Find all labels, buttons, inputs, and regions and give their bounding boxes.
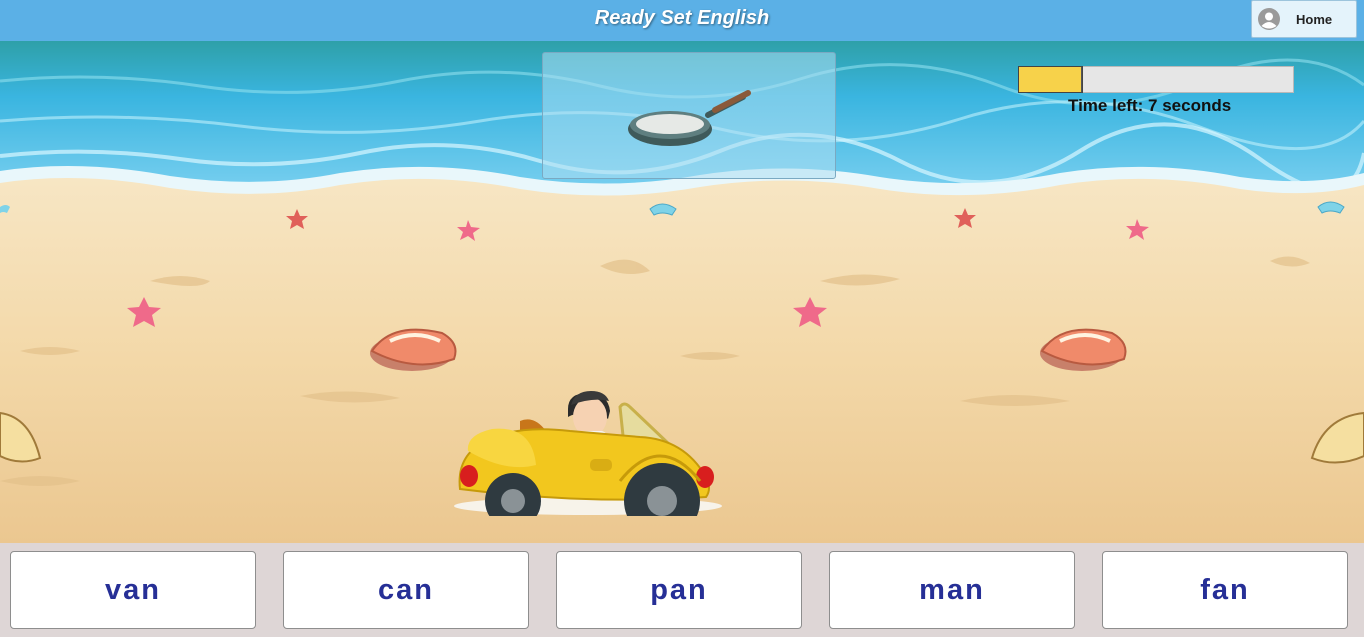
- player-car: [450, 331, 730, 539]
- choice-button-fan[interactable]: fan: [1102, 551, 1348, 629]
- app-title: Ready Set English: [594, 7, 770, 29]
- timer-seconds: 7: [1148, 96, 1158, 115]
- home-button[interactable]: Home: [1251, 0, 1357, 38]
- choice-button-van[interactable]: van: [10, 551, 256, 629]
- timer-text: Time left: 7 seconds: [1018, 96, 1354, 116]
- user-icon: [1258, 8, 1280, 30]
- timer-unit: seconds: [1162, 96, 1232, 115]
- choice-button-pan[interactable]: pan: [556, 551, 802, 629]
- choice-button-man[interactable]: man: [829, 551, 1075, 629]
- car-driver-icon: [454, 391, 722, 539]
- header-bar: Ready Set English Home: [0, 0, 1364, 41]
- home-button-label: Home: [1296, 11, 1333, 27]
- frying-pan-icon: [628, 90, 751, 146]
- answer-choices: van can pan man fan: [0, 543, 1364, 637]
- choice-button-can[interactable]: can: [283, 551, 529, 629]
- question-picture-card: [542, 52, 836, 179]
- game-scene: Time left: 7 seconds: [0, 41, 1364, 543]
- timer-progress-bar: [1018, 66, 1294, 93]
- timer-progress-fill: [1018, 66, 1083, 93]
- timer-label: Time left:: [1068, 96, 1144, 115]
